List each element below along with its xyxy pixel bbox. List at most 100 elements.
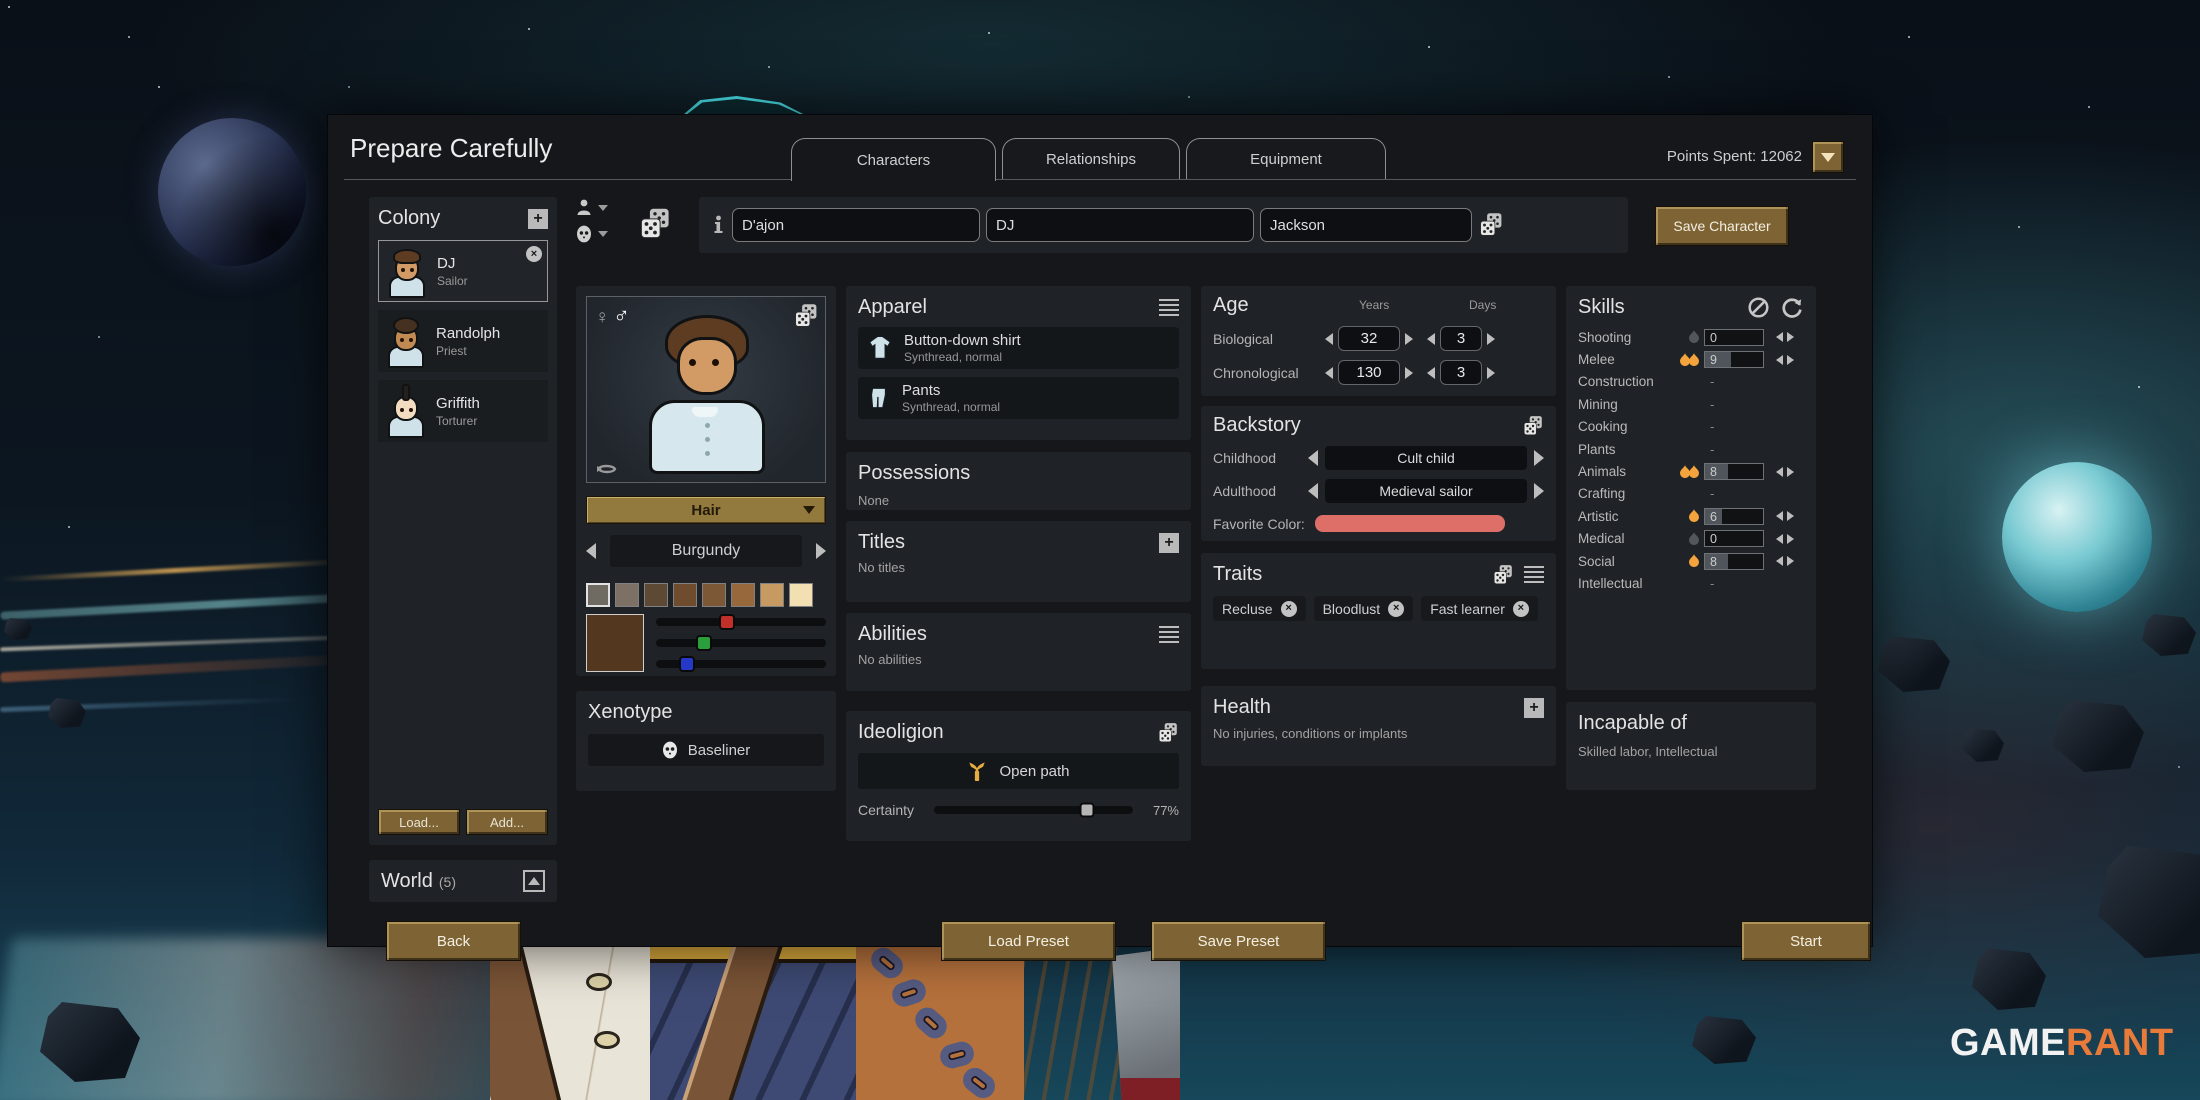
add-health-condition-icon[interactable]: +	[1524, 697, 1544, 718]
skill-decrement-arrow[interactable]	[1776, 556, 1783, 567]
decrease-days-arrow[interactable]	[1427, 332, 1435, 345]
skill-level-box[interactable]: 8	[1704, 552, 1764, 570]
decrease-days-arrow[interactable]	[1427, 366, 1435, 379]
color-swatch[interactable]	[702, 583, 726, 607]
nickname-input[interactable]	[986, 208, 1254, 242]
randomize-backstory-dice-icon[interactable]	[1522, 415, 1544, 437]
remove-trait-icon[interactable]: ×	[1512, 600, 1529, 617]
rotate-icon[interactable]	[595, 460, 619, 478]
colonist-card[interactable]: Randolph Priest	[378, 310, 548, 372]
increase-years-arrow[interactable]	[1405, 332, 1413, 345]
skill-increment-arrow[interactable]	[1787, 354, 1794, 365]
skill-level-box[interactable]: 9	[1704, 351, 1764, 369]
xenotype-selector[interactable]	[576, 225, 632, 243]
green-slider-handle[interactable]	[695, 635, 712, 651]
reset-skills-icon[interactable]	[1780, 296, 1804, 319]
clear-skills-icon[interactable]	[1747, 296, 1770, 319]
days-value[interactable]: 3	[1440, 360, 1482, 385]
load-colonist-button[interactable]: Load...	[378, 809, 460, 835]
years-value[interactable]: 130	[1338, 360, 1400, 385]
certainty-slider-handle[interactable]	[1079, 802, 1095, 818]
add-colonist-button[interactable]: Add...	[466, 809, 548, 835]
increase-years-arrow[interactable]	[1405, 366, 1413, 379]
skill-increment-arrow[interactable]	[1787, 511, 1794, 522]
previous-style-arrow[interactable]	[586, 543, 596, 559]
male-icon[interactable]: ♂	[613, 303, 630, 328]
xenotype-value-row[interactable]: Baseliner	[588, 734, 824, 766]
previous-backstory-arrow[interactable]	[1308, 450, 1318, 466]
colonist-card[interactable]: DJ Sailor ×	[378, 240, 548, 302]
green-slider[interactable]	[656, 635, 826, 651]
randomize-traits-dice-icon[interactable]	[1492, 564, 1514, 586]
red-slider-handle[interactable]	[719, 614, 736, 630]
ideoligion-value-row[interactable]: Open path	[858, 753, 1179, 789]
color-swatch[interactable]	[586, 583, 610, 607]
skill-decrement-arrow[interactable]	[1776, 332, 1783, 343]
color-swatch[interactable]	[673, 583, 697, 607]
skill-increment-arrow[interactable]	[1787, 556, 1794, 567]
backstory-value[interactable]: Medieval sailor	[1325, 479, 1527, 503]
color-swatch[interactable]	[760, 583, 784, 607]
skill-level-box[interactable]: 0	[1704, 328, 1764, 346]
trait-chip[interactable]: Recluse ×	[1213, 596, 1306, 621]
skill-level-box[interactable]: 8	[1704, 463, 1764, 481]
world-panel[interactable]: World (5)	[369, 860, 557, 902]
trait-chip[interactable]: Bloodlust ×	[1313, 596, 1414, 621]
blue-slider[interactable]	[656, 656, 826, 672]
load-preset-button[interactable]: Load Preset	[941, 921, 1116, 961]
years-value[interactable]: 32	[1338, 326, 1400, 351]
first-name-input[interactable]	[732, 208, 980, 242]
color-swatch[interactable]	[615, 583, 639, 607]
tab-characters[interactable]: Characters	[791, 138, 996, 181]
add-colonist-icon[interactable]: +	[528, 208, 548, 229]
skill-increment-arrow[interactable]	[1787, 332, 1794, 343]
skill-increment-arrow[interactable]	[1787, 533, 1794, 544]
color-swatch[interactable]	[789, 583, 813, 607]
last-name-input[interactable]	[1260, 208, 1472, 242]
skill-increment-arrow[interactable]	[1787, 466, 1794, 477]
favorite-color-swatch[interactable]	[1314, 515, 1505, 532]
apparel-item[interactable]: Pants Synthread, normal	[858, 377, 1179, 419]
points-dropdown-button[interactable]	[1812, 141, 1844, 173]
skill-decrement-arrow[interactable]	[1776, 466, 1783, 477]
tab-equipment[interactable]: Equipment	[1186, 138, 1386, 179]
abilities-menu-icon[interactable]	[1159, 626, 1179, 643]
blue-slider-handle[interactable]	[678, 656, 695, 672]
previous-backstory-arrow[interactable]	[1308, 483, 1318, 499]
backstory-value[interactable]: Cult child	[1325, 446, 1527, 470]
expand-icon[interactable]	[523, 870, 545, 892]
color-swatch[interactable]	[644, 583, 668, 607]
certainty-slider[interactable]	[934, 802, 1133, 818]
apparel-menu-icon[interactable]	[1159, 299, 1179, 316]
randomize-ideoligion-dice-icon[interactable]	[1157, 722, 1179, 744]
remove-trait-icon[interactable]: ×	[1388, 600, 1405, 617]
skill-decrement-arrow[interactable]	[1776, 354, 1783, 365]
randomize-pawn-button[interactable]	[638, 207, 672, 241]
skill-level-box[interactable]: 6	[1704, 507, 1764, 525]
colonist-card[interactable]: Griffith Torturer	[378, 380, 548, 442]
body-type-selector[interactable]	[576, 199, 632, 216]
increase-days-arrow[interactable]	[1487, 366, 1495, 379]
skill-level-box[interactable]: 0	[1704, 530, 1764, 548]
red-slider[interactable]	[656, 614, 826, 630]
female-icon[interactable]: ♀	[595, 307, 609, 328]
skill-decrement-arrow[interactable]	[1776, 511, 1783, 522]
add-title-icon[interactable]: +	[1159, 532, 1179, 553]
next-backstory-arrow[interactable]	[1534, 483, 1544, 499]
start-button[interactable]: Start	[1741, 921, 1871, 961]
tab-relationships[interactable]: Relationships	[1002, 138, 1180, 179]
decrease-years-arrow[interactable]	[1325, 332, 1333, 345]
decrease-years-arrow[interactable]	[1325, 366, 1333, 379]
traits-menu-icon[interactable]	[1524, 566, 1544, 583]
back-button[interactable]: Back	[386, 921, 521, 961]
trait-chip[interactable]: Fast learner ×	[1421, 596, 1538, 621]
remove-colonist-icon[interactable]: ×	[526, 246, 542, 262]
next-backstory-arrow[interactable]	[1534, 450, 1544, 466]
randomize-appearance-dice-icon[interactable]	[793, 303, 819, 329]
style-value[interactable]: Burgundy	[610, 535, 802, 567]
skill-decrement-arrow[interactable]	[1776, 533, 1783, 544]
increase-days-arrow[interactable]	[1487, 332, 1495, 345]
next-style-arrow[interactable]	[816, 543, 826, 559]
remove-trait-icon[interactable]: ×	[1280, 600, 1297, 617]
save-preset-button[interactable]: Save Preset	[1151, 921, 1326, 961]
